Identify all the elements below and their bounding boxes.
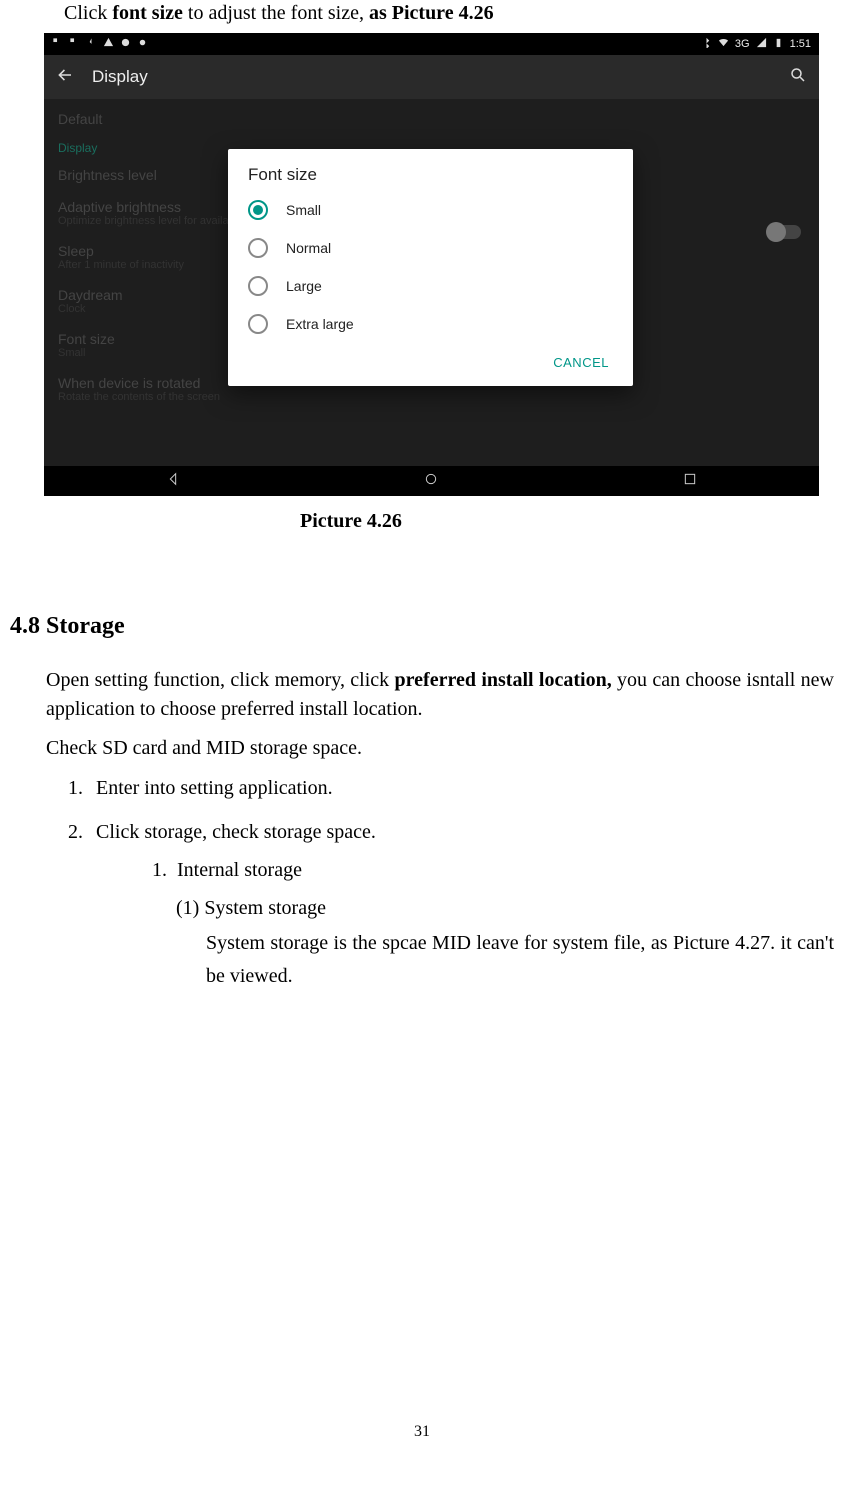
back-icon[interactable]: [56, 66, 74, 89]
option-large[interactable]: Large: [228, 267, 633, 305]
warning-icon: [103, 37, 114, 51]
usb-icon: [154, 37, 165, 51]
network-label: 3G: [735, 38, 750, 50]
download-icon: [86, 37, 97, 51]
font-size-dialog: Font size Small Normal Large Extra large…: [228, 149, 633, 386]
option-normal[interactable]: Normal: [228, 229, 633, 267]
paragraph: System storage is the spcae MID leave fo…: [10, 927, 834, 993]
search-icon[interactable]: [789, 66, 807, 89]
list-item: 1. Internal storage: [10, 851, 834, 889]
radio-icon: [248, 276, 268, 296]
list-item: 1.Enter into setting application.: [10, 769, 834, 807]
nav-recent-icon[interactable]: [682, 471, 698, 492]
nav-home-icon[interactable]: [423, 471, 439, 492]
screenshot-figure: 3G 1:51 Display Default Display Brightne…: [44, 33, 819, 496]
radio-icon: [248, 238, 268, 258]
app-bar-title: Display: [92, 67, 789, 87]
page-number: 31: [10, 1423, 834, 1441]
signal-icon: [756, 37, 767, 51]
intro-text: Click font size to adjust the font size,…: [10, 2, 834, 25]
radio-icon: [248, 200, 268, 220]
figure-caption: Picture 4.26: [10, 510, 834, 533]
list-item: (1) System storage: [10, 889, 834, 927]
dialog-title: Font size: [228, 165, 633, 191]
bluetooth-icon: [701, 37, 712, 51]
notification-icon: [52, 37, 63, 51]
nav-back-icon[interactable]: [165, 471, 181, 492]
option-extra-large[interactable]: Extra large: [228, 305, 633, 343]
notification-icon: [69, 37, 80, 51]
status-bar: 3G 1:51: [44, 33, 819, 55]
wifi-icon: [718, 37, 729, 51]
adaptive-brightness-toggle[interactable]: [769, 225, 801, 239]
paragraph: Check SD card and MID storage space.: [10, 734, 834, 763]
battery-icon: [773, 37, 784, 51]
list-item[interactable]: Default: [58, 111, 805, 127]
option-small[interactable]: Small: [228, 191, 633, 229]
app-bar: Display: [44, 55, 819, 99]
radio-icon: [248, 314, 268, 334]
section-heading: 4.8 Storage: [10, 613, 834, 640]
paragraph: Open setting function, click memory, cli…: [10, 666, 834, 724]
list-item: 2.Click storage, check storage space.: [10, 813, 834, 851]
cancel-button[interactable]: CANCEL: [545, 349, 617, 376]
clock-text: 1:51: [790, 38, 811, 50]
notification-icon: [120, 37, 131, 51]
settings-small-icon: [137, 37, 148, 51]
nav-bar: [44, 466, 819, 496]
